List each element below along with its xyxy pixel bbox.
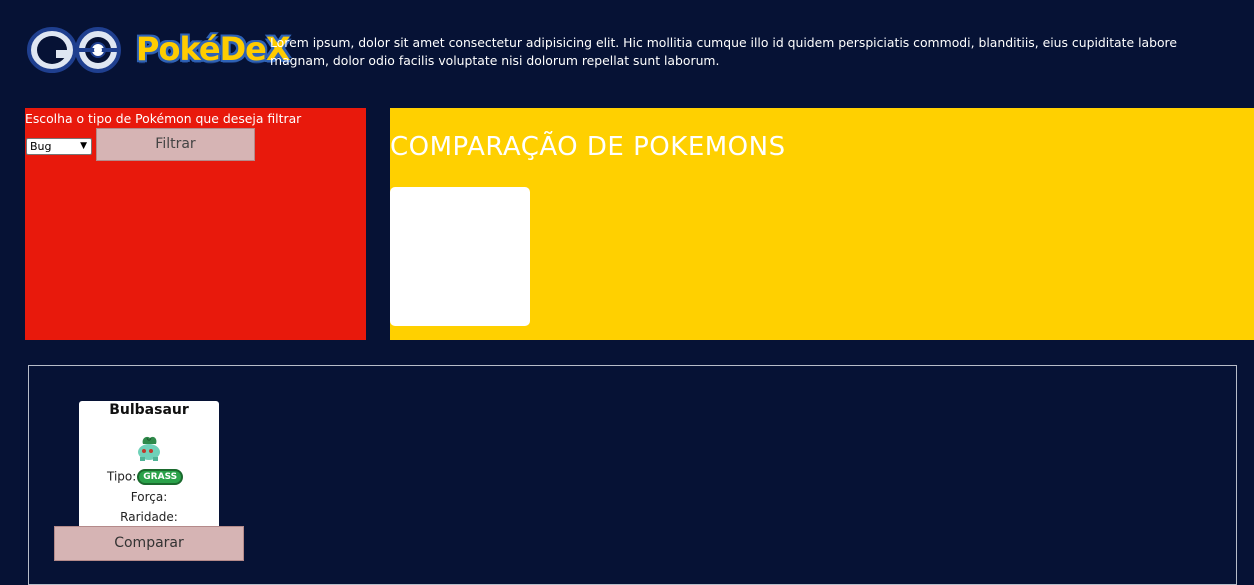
rarity-label: Raridade: [120,510,178,524]
type-select-value: Bug [30,140,52,153]
page-header: GO PokéDeX Lorem ipsum, dolor sit amet c… [26,22,1246,82]
intro-text: Lorem ipsum, dolor sit amet consectetur … [270,35,1177,68]
bulbasaur-sprite-icon [138,436,160,461]
compare-button[interactable]: Comparar [54,526,244,561]
comparison-panel: COMPARAÇÃO DE POKEMONS [390,108,1254,340]
comparison-title: COMPARAÇÃO DE POKEMONS [390,132,786,162]
grass-type-badge: GRASS [137,469,184,485]
pokemon-go-logo: GO [27,27,121,73]
comparison-slot [390,187,530,326]
pokemon-type-row: Tipo: GRASS [107,469,184,485]
filter-label: Escolha o tipo de Pokémon que deseja fil… [25,111,302,126]
filter-button[interactable]: Filtrar [96,128,255,161]
type-label: Tipo: [107,469,137,484]
chevron-down-icon: ▼ [80,141,87,151]
pokemon-name: Bulbasaur [109,402,189,418]
strength-label: Força: [130,490,168,504]
type-select[interactable]: Bug ▼ [26,138,92,155]
pokemon-list: Bulbasaur Tipo: GRASS Força: Raridade: Co… [28,365,1237,585]
filter-panel: Escolha o tipo de Pokémon que deseja fil… [25,108,366,340]
